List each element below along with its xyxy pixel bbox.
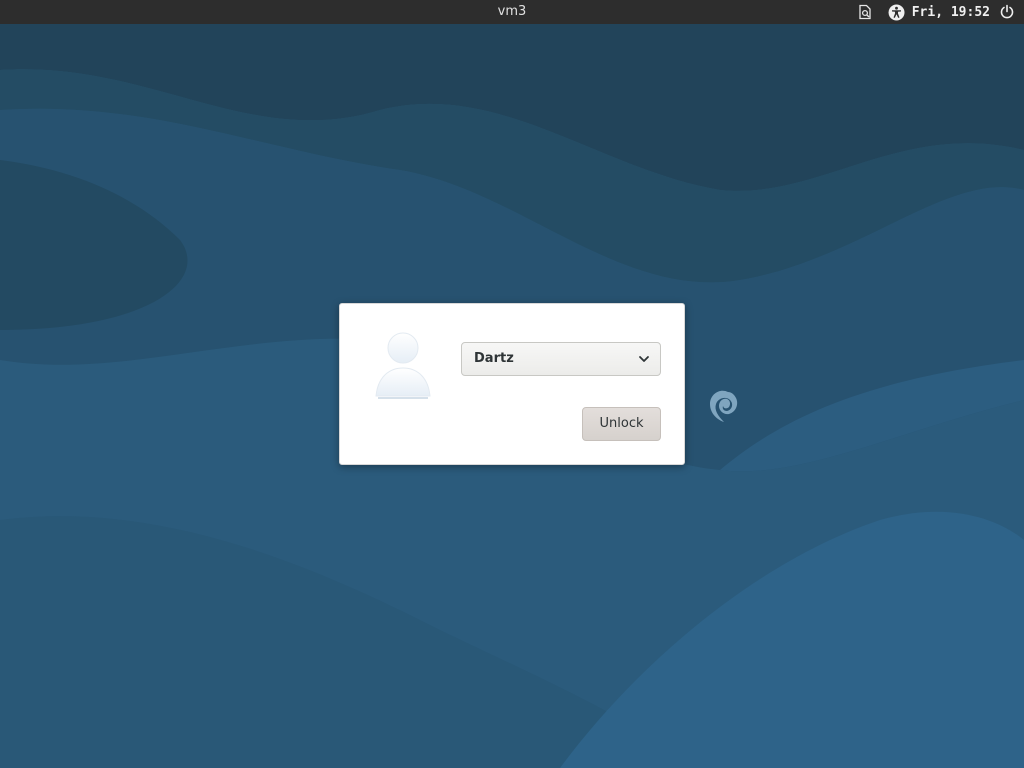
system-tray: Fri, 19:52 (856, 0, 1016, 24)
power-icon[interactable] (998, 3, 1016, 21)
unlock-dialog: Dartz Unlock (339, 303, 685, 465)
user-select[interactable]: Dartz (461, 342, 661, 376)
accessibility-icon[interactable] (888, 3, 906, 21)
top-bar: vm3 Fri, 19:52 (0, 0, 1024, 24)
user-avatar-icon (375, 332, 431, 399)
screen: vm3 Fri, 19:52 Dartz Unlock (0, 0, 1024, 768)
clock[interactable]: Fri, 19:52 (912, 5, 990, 20)
debian-swirl-icon (710, 390, 738, 422)
user-select-value: Dartz (474, 351, 514, 366)
chevron-down-icon (639, 356, 649, 362)
unlock-button[interactable]: Unlock (582, 407, 661, 441)
document-search-icon[interactable] (856, 3, 874, 21)
